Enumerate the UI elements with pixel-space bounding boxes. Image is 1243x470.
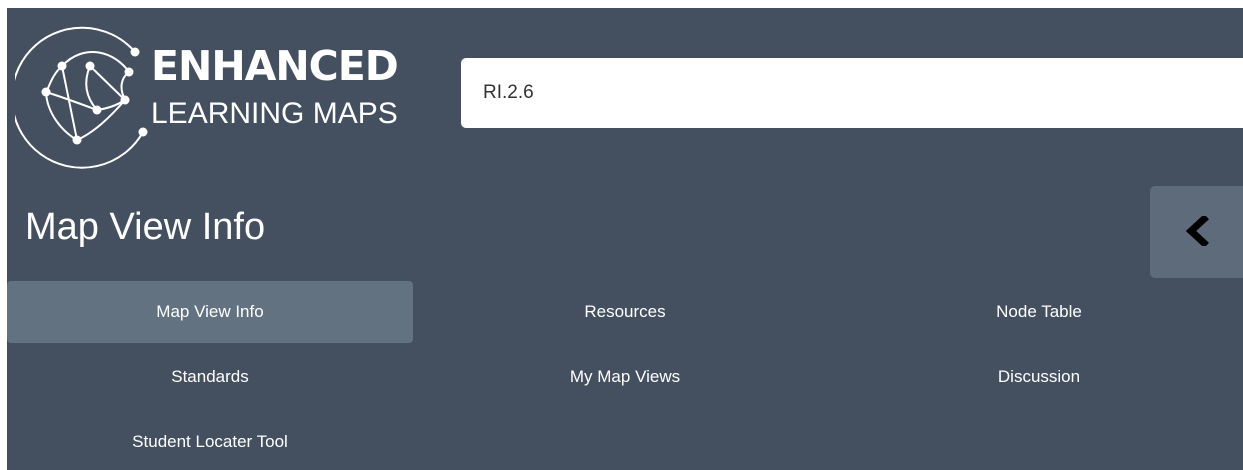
tab-standards[interactable]: Standards [7, 346, 413, 408]
tab-my-map-views[interactable]: My Map Views [420, 346, 830, 408]
logo-subtitle: LEARNING MAPS [151, 97, 398, 130]
tab-node-table[interactable]: Node Table [835, 281, 1243, 343]
tab-discussion[interactable]: Discussion [835, 346, 1243, 408]
logo-title: ENHANCED [151, 42, 399, 90]
chevron-left-icon [1185, 216, 1209, 246]
collapse-panel-button[interactable] [1150, 186, 1243, 278]
tab-student-locater-tool[interactable]: Student Locater Tool [7, 411, 413, 470]
app-panel: ENHANCED LEARNING MAPS Map View Info Map… [7, 8, 1243, 470]
tab-resources[interactable]: Resources [420, 281, 830, 343]
tab-map-view-info[interactable]: Map View Info [7, 281, 413, 343]
learning-map-network-icon [15, 26, 148, 169]
panel-title: Map View Info [25, 206, 266, 248]
search-input[interactable] [461, 58, 1243, 128]
logo: ENHANCED LEARNING MAPS [15, 14, 425, 179]
